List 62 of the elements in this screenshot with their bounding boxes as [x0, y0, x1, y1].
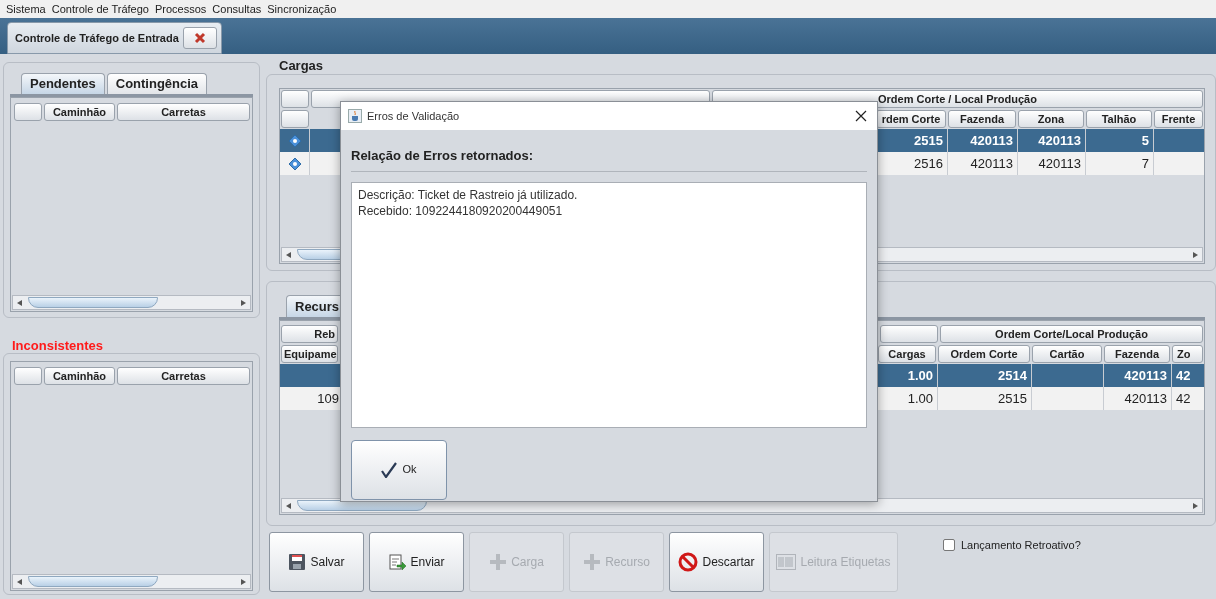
column-header[interactable]: Zo	[1172, 345, 1203, 363]
column-header[interactable]: Reb	[281, 325, 338, 343]
table-cell: 2515	[937, 387, 1031, 410]
column-header[interactable]: rdem Corte	[876, 110, 946, 128]
column-header[interactable]: Carretas	[117, 367, 250, 385]
close-icon	[855, 110, 867, 122]
table-cell: 420113	[1017, 152, 1085, 175]
column-header[interactable]: Frente	[1154, 110, 1203, 128]
tab[interactable]: Pendentes	[21, 73, 105, 94]
plus-icon	[489, 553, 508, 571]
column-header[interactable]: Fazenda	[1104, 345, 1170, 363]
toolbar-button[interactable]: Salvar	[269, 532, 364, 592]
menu-item[interactable]: Sistema	[6, 0, 46, 18]
column-header[interactable]: Carretas	[117, 103, 250, 121]
message-text: Descrição: Ticket de Rastreio já utilizado.	[358, 186, 579, 203]
prohibited-icon	[678, 552, 699, 572]
horizontal-scrollbar[interactable]	[12, 574, 251, 589]
column-header[interactable]	[14, 367, 42, 385]
column-header[interactable]: Cargas	[878, 345, 936, 363]
diamond-icon	[287, 156, 302, 171]
diamond-icon	[287, 133, 302, 148]
checkmark-icon	[381, 461, 398, 478]
table-cell-text: 109	[316, 389, 339, 408]
dialog-title: Erros de Validação	[367, 108, 460, 124]
menu-item[interactable]: Controle de Tráfego	[51, 0, 149, 18]
horizontal-scrollbar[interactable]	[12, 295, 251, 310]
close-icon	[193, 32, 206, 44]
column-header[interactable]	[281, 90, 309, 108]
column-header[interactable]: Talhão	[1086, 110, 1152, 128]
column-header[interactable]: Zona	[1018, 110, 1084, 128]
table-cell: 420113	[947, 152, 1017, 175]
column-header[interactable]	[14, 103, 42, 121]
checkbox[interactable]: Lançamento Retroativo?	[943, 537, 1081, 554]
column-header[interactable]: Caminhão	[44, 103, 115, 121]
plus-icon	[583, 553, 602, 571]
table-cell: 420113	[1103, 387, 1171, 410]
cup-icon	[348, 109, 362, 123]
document-tab[interactable]: Controle de Tráfego de Entrada	[7, 22, 222, 54]
table-cell: 7	[1085, 152, 1153, 175]
column-group-header[interactable]: Ordem Corte/Local Produção	[940, 325, 1203, 343]
menu-item[interactable]: Consultas	[212, 0, 262, 18]
section-title: Inconsistentes	[12, 337, 105, 352]
column-header[interactable]: Ordem Corte	[938, 345, 1030, 363]
column-header[interactable]: Caminhão	[44, 367, 115, 385]
document-arrow-icon	[388, 553, 407, 571]
menu-item[interactable]: Processos	[155, 0, 207, 18]
table-cell: 42	[1171, 387, 1204, 410]
toolbar-button[interactable]: Descartar	[669, 532, 764, 592]
column-header[interactable]: Fazenda	[948, 110, 1016, 128]
close-button[interactable]	[853, 108, 869, 124]
toolbar-button[interactable]: Enviar	[369, 532, 464, 592]
barcode-icon	[776, 554, 797, 570]
section-title: Cargas	[278, 57, 325, 74]
column-header[interactable]	[281, 110, 309, 128]
column-header[interactable]: Cartão	[1032, 345, 1102, 363]
menu-item[interactable]: Sincronização	[267, 0, 337, 18]
message-text: Recebido: 1092244180920200449051	[358, 202, 564, 219]
dialog-heading: Relação de Erros retornados:	[351, 147, 535, 165]
column-header[interactable]: Equipame	[281, 345, 338, 363]
tab[interactable]: Contingência	[106, 73, 208, 94]
column-header[interactable]	[880, 325, 938, 343]
ok-button[interactable]: Ok	[351, 439, 447, 500]
